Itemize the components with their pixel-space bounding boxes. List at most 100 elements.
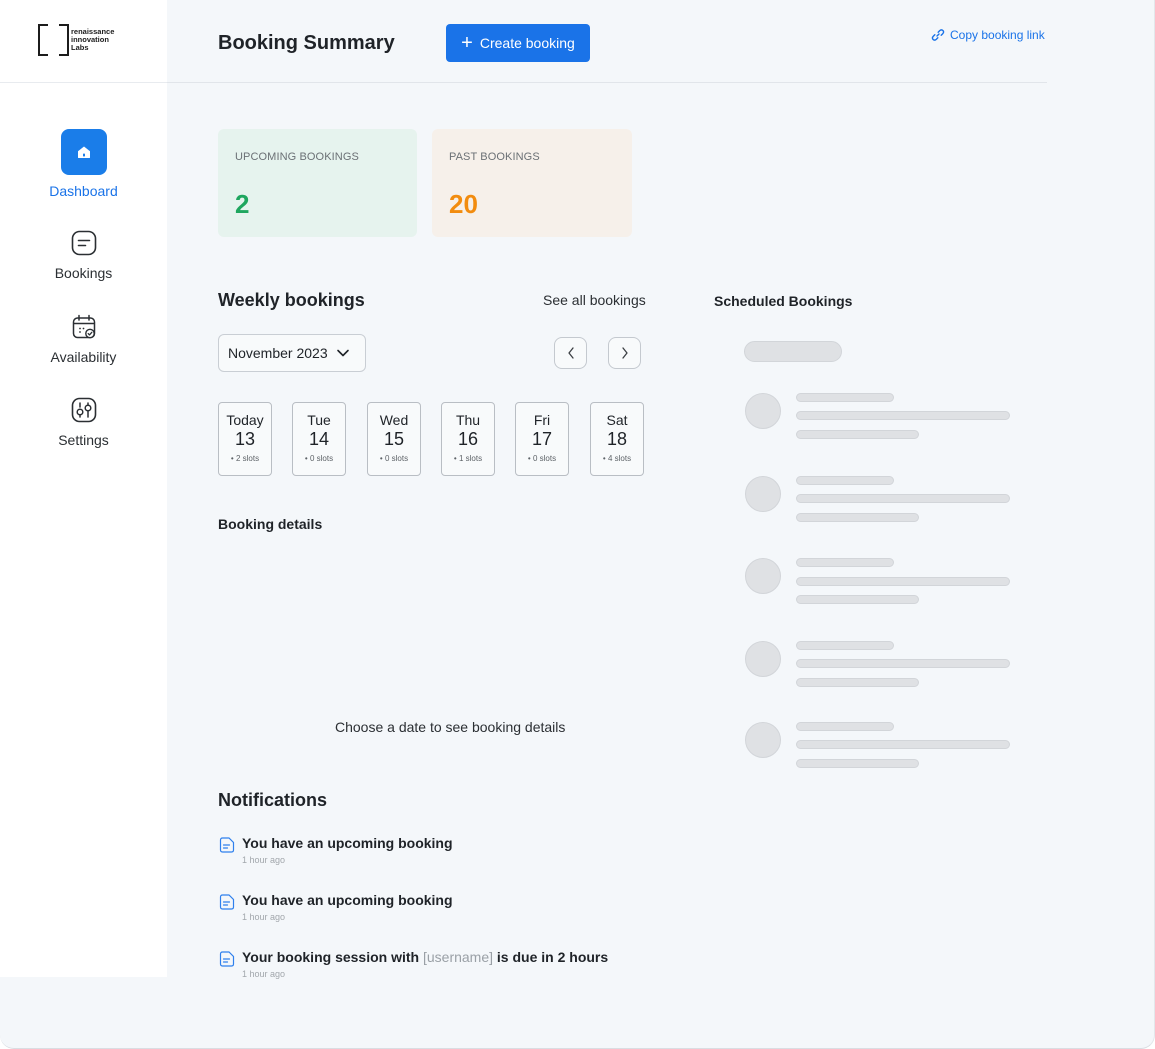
skeleton-line — [796, 476, 894, 485]
skeleton-line — [796, 411, 1010, 420]
sidebar-item-availability[interactable]: Availability — [0, 313, 167, 365]
day-slots: • 2 slots — [230, 454, 260, 463]
notification-text: You have an upcoming booking — [242, 835, 453, 851]
skeleton-avatar — [745, 641, 781, 677]
day-slots: • 0 slots — [527, 454, 557, 463]
skeleton-line — [796, 740, 1010, 749]
skeleton-line — [796, 513, 919, 522]
month-select[interactable]: November 2023 — [218, 334, 366, 372]
see-all-bookings-link[interactable]: See all bookings — [543, 292, 646, 308]
sidebar-item-settings[interactable]: Settings — [0, 396, 167, 448]
day-number: 15 — [383, 429, 405, 449]
sidebar-item-label: Availability — [50, 349, 117, 365]
logo-divider — [0, 82, 167, 83]
document-icon — [219, 894, 235, 910]
day-slots: • 0 slots — [379, 454, 409, 463]
day-name: Tue — [307, 412, 331, 428]
day-card-wed[interactable]: Wed 15 • 0 slots — [367, 402, 421, 476]
chevron-left-icon — [567, 347, 574, 359]
skeleton-line — [796, 759, 919, 768]
upcoming-bookings-value: 2 — [235, 189, 250, 219]
past-bookings-card[interactable]: PAST BOOKINGS 20 — [432, 129, 632, 237]
skeleton-avatar — [745, 476, 781, 512]
sidebar-item-label: Bookings — [54, 265, 113, 281]
day-name: Thu — [455, 412, 481, 428]
skeleton-line — [796, 577, 1010, 586]
skeleton-line — [796, 558, 894, 567]
skeleton-line — [796, 430, 919, 439]
skeleton-line — [796, 494, 1010, 503]
logo-line-3: Labs — [71, 43, 89, 52]
month-select-value: November 2023 — [228, 345, 328, 361]
chevron-down-icon — [336, 349, 349, 357]
sidebar: renaissance innovation Labs Dashboard Bo… — [0, 0, 167, 977]
day-number: 18 — [606, 429, 628, 449]
day-card-fri[interactable]: Fri 17 • 0 slots — [515, 402, 569, 476]
next-week-button[interactable] — [608, 337, 641, 369]
day-name: Today — [226, 412, 264, 428]
plus-icon: + — [461, 32, 473, 54]
day-card-today[interactable]: Today 13 • 2 slots — [218, 402, 272, 476]
logo-text: renaissance innovation Labs — [71, 28, 114, 52]
logo-bracket-right — [59, 24, 69, 56]
page-title: Booking Summary — [218, 32, 395, 54]
skeleton-pill — [744, 341, 842, 362]
notification-username: [username] — [422, 949, 494, 965]
day-name: Sat — [606, 412, 628, 428]
notifications-title: Notifications — [218, 790, 328, 810]
booking-details-title: Booking details — [218, 516, 323, 532]
notification-time: 1 hour ago — [242, 855, 286, 865]
settings-icon — [71, 397, 96, 423]
sidebar-item-label: Dashboard — [49, 183, 118, 199]
notification-time: 1 hour ago — [242, 912, 286, 922]
sidebar-item-bookings[interactable]: Bookings — [0, 229, 167, 281]
skeleton-line — [796, 641, 894, 650]
notification-text-before: Your booking session with — [242, 949, 420, 965]
notification-text: Your booking session with [username] is … — [242, 949, 608, 965]
day-name: Wed — [379, 412, 409, 428]
skeleton-avatar — [745, 393, 781, 429]
skeleton-avatar — [745, 558, 781, 594]
day-card-thu[interactable]: Thu 16 • 1 slots — [441, 402, 495, 476]
previous-week-button[interactable] — [554, 337, 587, 369]
day-number: 16 — [457, 429, 479, 449]
copy-booking-link[interactable]: Copy booking link — [931, 28, 1045, 42]
skeleton-line — [796, 722, 894, 731]
day-card-tue[interactable]: Tue 14 • 0 slots — [292, 402, 346, 476]
link-icon — [931, 29, 945, 41]
scheduled-bookings-title: Scheduled Bookings — [714, 293, 853, 309]
notification-text: You have an upcoming booking — [242, 892, 453, 908]
notification-text-after: is due in 2 hours — [496, 949, 609, 965]
skeleton-line — [796, 659, 1010, 668]
past-bookings-label: PAST BOOKINGS — [449, 151, 540, 163]
logo-bracket-left — [38, 24, 48, 56]
skeleton-avatar — [745, 722, 781, 758]
upcoming-bookings-label: UPCOMING BOOKINGS — [235, 151, 359, 163]
calendar-icon — [72, 314, 95, 339]
skeleton-line — [796, 678, 919, 687]
header-divider — [167, 82, 1047, 83]
day-card-sat[interactable]: Sat 18 • 4 slots — [590, 402, 644, 476]
day-slots: • 1 slots — [453, 454, 483, 463]
home-icon — [60, 129, 107, 175]
chevron-right-icon — [621, 347, 628, 359]
past-bookings-value: 20 — [449, 189, 478, 219]
upcoming-bookings-card[interactable]: UPCOMING BOOKINGS 2 — [218, 129, 417, 237]
document-icon — [219, 951, 235, 967]
day-slots: • 0 slots — [304, 454, 334, 463]
skeleton-line — [796, 393, 894, 402]
skeleton-line — [796, 595, 919, 604]
app-frame: renaissance innovation Labs Dashboard Bo… — [0, 0, 1155, 1049]
logo: renaissance innovation Labs — [38, 22, 128, 62]
copy-booking-link-label: Copy booking link — [950, 28, 1045, 42]
create-booking-button[interactable]: + Create booking — [446, 24, 590, 62]
weekly-bookings-title: Weekly bookings — [218, 290, 365, 310]
sidebar-item-dashboard[interactable]: Dashboard — [0, 129, 167, 199]
document-icon — [219, 837, 235, 853]
day-number: 14 — [308, 429, 330, 449]
sidebar-item-label: Settings — [58, 432, 109, 448]
day-name: Fri — [533, 412, 551, 428]
day-number: 13 — [234, 429, 256, 449]
day-slots: • 4 slots — [602, 454, 632, 463]
bookings-icon — [71, 230, 96, 256]
